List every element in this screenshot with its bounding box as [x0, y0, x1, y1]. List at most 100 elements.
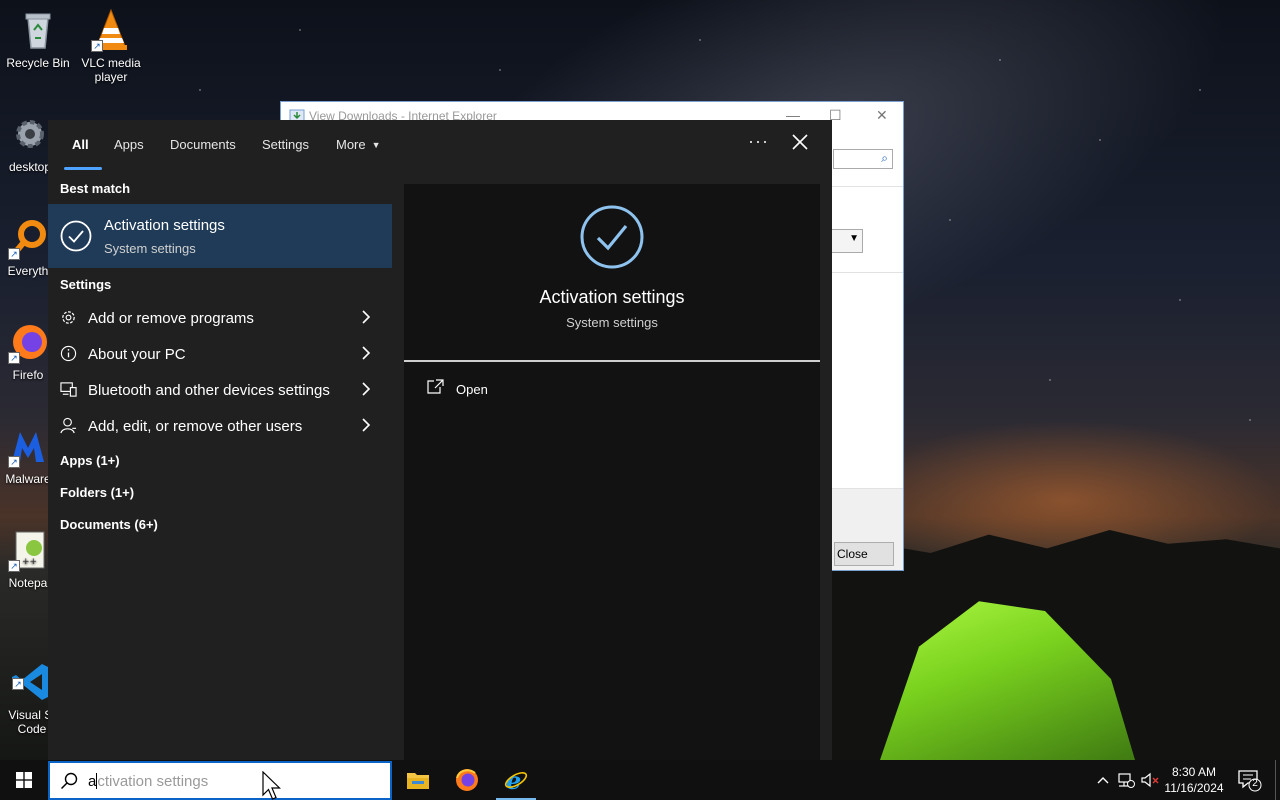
show-hidden-icons-chevron-up-icon[interactable] [1094, 770, 1112, 790]
chevron-right-icon[interactable] [360, 346, 372, 360]
search-text: activation settings [88, 773, 208, 790]
tab-all[interactable]: All [72, 137, 89, 152]
gear-icon [62, 311, 75, 324]
close-button[interactable]: Close [834, 542, 894, 566]
info-icon [60, 345, 77, 362]
result-label: Bluetooth and other devices settings [88, 382, 330, 399]
check-circle-icon [580, 205, 644, 269]
desktop-icon-label: Firefo [12, 368, 44, 382]
search-tabs: All Apps Documents Settings More ▼ ··· [48, 120, 832, 170]
desktop-icon-vlc[interactable]: ↗ VLC media player [73, 8, 149, 84]
firefox-icon [456, 769, 478, 791]
show-desktop-button[interactable] [1275, 760, 1280, 800]
preview-title: Activation settings [539, 287, 685, 307]
notepad-plus-plus-icon: ++ ↗ [6, 528, 50, 572]
result-add-remove-programs[interactable]: Add or remove programs [48, 300, 392, 336]
shortcut-arrow-icon: ↗ [8, 560, 20, 572]
shortcut-arrow-icon: ↗ [91, 40, 103, 52]
notification-count: 2 [1252, 778, 1258, 789]
close-icon[interactable] [788, 130, 812, 154]
tab-apps[interactable]: Apps [114, 137, 144, 152]
results-list: Best match Activation settings System se… [48, 170, 404, 760]
gear-icon [8, 112, 52, 156]
best-match-subtitle: System settings [104, 241, 196, 256]
divider [404, 360, 820, 362]
network-icon[interactable] [1117, 770, 1135, 790]
chevron-right-icon[interactable] [360, 382, 372, 396]
divider [831, 272, 903, 273]
desktop-icon-label: Recycle Bin [6, 56, 70, 70]
start-button[interactable] [0, 760, 48, 800]
best-match-heading: Best match [60, 181, 131, 196]
show-downloads-dropdown[interactable]: ▼ [831, 229, 863, 253]
group-folders[interactable]: Folders (1+) [60, 485, 134, 500]
taskbar-firefox[interactable] [443, 760, 491, 800]
tab-more-label: More [336, 137, 366, 152]
windows-logo-icon [16, 772, 32, 788]
clock-time: 8:30 AM [1171, 765, 1217, 779]
notification-center-button[interactable]: 2 [1236, 768, 1262, 792]
taskbar-internet-explorer[interactable]: e [492, 760, 540, 800]
result-preview-pane: Activation settings System settings Open [404, 184, 820, 760]
desktop-icon-label: Malware [5, 472, 51, 486]
volume-muted-icon[interactable] [1140, 770, 1159, 790]
chevron-right-icon[interactable] [360, 418, 372, 432]
best-match-result[interactable]: Activation settings System settings [48, 204, 392, 268]
open-action[interactable]: Open [426, 377, 546, 405]
taskbar-file-explorer[interactable] [394, 760, 442, 800]
search-suggestion-text: ctivation settings [97, 773, 209, 790]
group-documents[interactable]: Documents (6+) [60, 517, 158, 532]
settings-heading: Settings [60, 277, 112, 292]
start-search-panel: All Apps Documents Settings More ▼ ··· Be… [48, 120, 832, 760]
recycle-bin-icon [16, 8, 60, 52]
mouse-pointer-icon [262, 771, 281, 800]
desktop-icon-label: Everyth [7, 264, 49, 278]
caret-down-icon: ▼ [371, 140, 381, 150]
devices-icon [60, 382, 77, 397]
desktop-icon-label: Notepa [8, 576, 48, 590]
shortcut-arrow-icon: ↗ [8, 352, 20, 364]
search-typed-text: a [88, 773, 97, 790]
everything-search-icon: ↗ [6, 216, 50, 260]
result-other-users[interactable]: Add, edit, or remove other users [48, 408, 392, 444]
chevron-right-icon[interactable] [360, 310, 372, 324]
file-explorer-icon [407, 773, 429, 789]
result-bluetooth-devices[interactable]: Bluetooth and other devices settings [48, 372, 392, 408]
vlc-icon: ↗ [89, 8, 133, 52]
desktop-icon-label: VLC media player [81, 56, 141, 84]
best-match-title: Activation settings [104, 217, 225, 234]
group-apps[interactable]: Apps (1+) [60, 453, 120, 468]
result-about-your-pc[interactable]: About your PC [48, 336, 392, 372]
desktop-icon-label: desktop [8, 160, 52, 174]
clock-date: 11/16/2024 [1164, 781, 1224, 795]
desktop-icon-recycle-bin[interactable]: Recycle Bin [0, 8, 76, 70]
system-clock[interactable]: 8:30 AM 11/16/2024 [1160, 764, 1228, 796]
svg-text:++: ++ [22, 557, 37, 567]
taskbar: activation settings e 8:30 AM 11/16/2024… [0, 760, 1280, 800]
shortcut-arrow-icon: ↗ [12, 678, 24, 690]
result-label: Add or remove programs [88, 310, 254, 327]
firefox-icon: ↗ [6, 320, 50, 364]
more-options-button[interactable]: ··· [748, 131, 769, 152]
divider [831, 186, 903, 187]
search-icon [60, 772, 78, 790]
shortcut-arrow-icon: ↗ [8, 456, 20, 468]
chevron-down-icon: ▼ [849, 233, 859, 244]
open-external-icon [427, 379, 444, 394]
check-circle-icon [60, 220, 92, 252]
internet-explorer-icon: e [504, 768, 528, 792]
downloads-search-input[interactable]: ⌕ [833, 149, 893, 169]
result-label: Add, edit, or remove other users [88, 418, 303, 435]
search-icon: ⌕ [881, 151, 888, 165]
close-icon[interactable]: ✕ [876, 107, 888, 124]
preview-subtitle: System settings [566, 315, 658, 330]
tab-settings[interactable]: Settings [262, 137, 309, 152]
malwarebytes-icon: ↗ [6, 424, 50, 468]
result-label: About your PC [88, 346, 186, 363]
person-icon [60, 417, 77, 434]
tab-more[interactable]: More ▼ [336, 137, 381, 152]
taskbar-search-input[interactable]: activation settings [48, 761, 392, 800]
tab-documents[interactable]: Documents [170, 137, 236, 152]
open-label: Open [456, 382, 488, 397]
shortcut-arrow-icon: ↗ [8, 248, 20, 260]
